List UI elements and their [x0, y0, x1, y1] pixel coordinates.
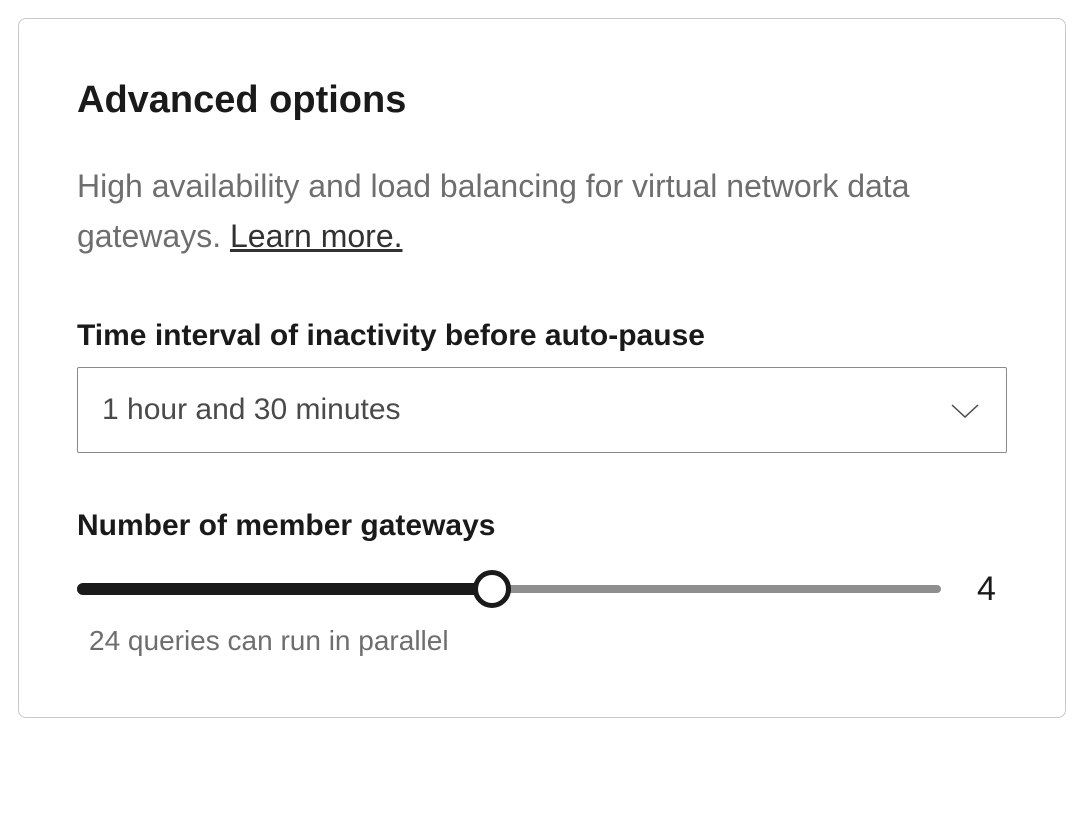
time-interval-dropdown[interactable]: 1 hour and 30 minutes: [77, 367, 1007, 453]
member-gateways-slider-row: 4: [77, 567, 1007, 611]
description-text: High availability and load balancing for…: [77, 168, 909, 254]
member-gateways-label: Number of member gateways: [77, 509, 1007, 543]
member-gateways-helper: 24 queries can run in parallel: [77, 625, 1007, 657]
section-title: Advanced options: [77, 79, 1007, 122]
member-gateways-slider[interactable]: [77, 567, 941, 611]
section-description: High availability and load balancing for…: [77, 162, 1007, 261]
time-interval-value: 1 hour and 30 minutes: [102, 393, 401, 427]
slider-fill: [77, 583, 492, 595]
learn-more-link[interactable]: Learn more.: [230, 218, 403, 254]
advanced-options-panel: Advanced options High availability and l…: [18, 18, 1066, 718]
chevron-down-icon: [950, 401, 980, 419]
time-interval-label: Time interval of inactivity before auto-…: [77, 319, 1007, 353]
member-gateways-value: 4: [977, 570, 1007, 609]
slider-thumb[interactable]: [473, 570, 511, 608]
